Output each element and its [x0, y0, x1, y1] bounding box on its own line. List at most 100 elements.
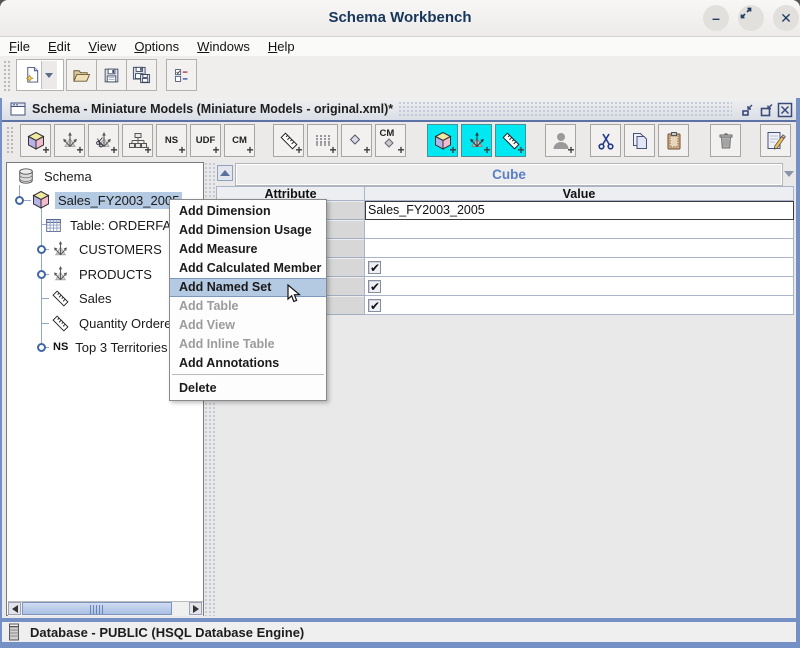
add-named-set-button[interactable]: NS + [156, 124, 187, 157]
menu-item-add-annotations[interactable]: Add Annotations [170, 354, 326, 373]
delete-button[interactable] [710, 124, 741, 157]
tree-label[interactable]: Table: ORDERFA [67, 217, 174, 234]
menu-item-add-dimension-usage[interactable]: Add Dimension Usage [170, 221, 326, 240]
plus-icon: + [449, 145, 456, 155]
tree-item-schema[interactable]: Schema [17, 167, 95, 185]
arrow-down-icon [784, 171, 794, 177]
new-schema-dropdown[interactable] [41, 61, 57, 89]
tree-label[interactable]: Schema [41, 168, 95, 185]
value-cell[interactable] [365, 239, 794, 258]
menu-edit[interactable]: Edit [39, 37, 79, 56]
tree-label[interactable]: Sales [76, 290, 115, 307]
collapse-panel-button[interactable] [217, 165, 233, 181]
add-role-button[interactable]: + [545, 124, 576, 157]
add-calculated-member-button[interactable]: CM + [224, 124, 255, 157]
scroll-right-button[interactable] [189, 602, 202, 615]
named-set-icon: NS [53, 341, 68, 353]
tree-handle-collapsed[interactable] [37, 270, 46, 279]
value-cell-name[interactable]: Sales_FY2003_2005 [365, 201, 794, 220]
tree-item-dimension-customers[interactable]: CUSTOMERS [51, 240, 165, 258]
tree-item-cube[interactable]: Sales_FY2003_2005 [31, 191, 182, 209]
plus-icon: + [178, 145, 185, 155]
menu-item-add-measure[interactable]: Add Measure [170, 240, 326, 259]
menu-help[interactable]: Help [259, 37, 304, 56]
tree-handle-expanded[interactable] [15, 196, 24, 205]
menu-separator [172, 374, 324, 378]
menu-file[interactable]: File [0, 37, 39, 56]
add-level-button[interactable]: + [307, 124, 338, 157]
tree-label[interactable]: Quantity Ordered [76, 315, 182, 332]
value-cell[interactable] [365, 220, 794, 239]
plus-icon: + [567, 145, 574, 155]
toggle-show-dimensions-button[interactable]: + [461, 124, 492, 157]
tree-label-selected[interactable]: Sales_FY2003_2005 [55, 192, 182, 209]
checkbox-checked[interactable]: ✔ [368, 261, 381, 274]
toolbar-drag-handle[interactable] [3, 60, 12, 92]
database-status-icon [8, 623, 20, 641]
element-type-header: Cube [236, 164, 782, 185]
internal-minimize-icon [740, 103, 754, 117]
expand-panel-button[interactable] [782, 167, 796, 181]
close-button[interactable]: ✕ [773, 5, 799, 31]
cube-icon [31, 190, 51, 210]
maximize-button[interactable] [738, 5, 764, 31]
internal-minimize-button[interactable] [739, 102, 755, 118]
status-text: Database - PUBLIC (HSQL Database Engine) [30, 625, 304, 640]
menu-options[interactable]: Options [125, 37, 188, 56]
menubar: File Edit View Options Windows Help [0, 37, 800, 56]
schema-toolbar: + + [2, 122, 796, 160]
tree-item-measure-quantity[interactable]: Quantity Ordered [51, 314, 182, 332]
tree-item-named-set[interactable]: NS Top 3 Territories [53, 338, 171, 356]
cut-button[interactable] [590, 124, 621, 157]
tree-item-table[interactable]: Table: ORDERFA [45, 216, 174, 234]
copy-button[interactable] [624, 124, 655, 157]
internal-frame-titlebar[interactable]: Schema - Miniature Models (Miniature Mod… [2, 98, 796, 122]
minimize-button[interactable]: – [703, 5, 729, 31]
add-cube-button[interactable]: + [20, 124, 51, 157]
toggle-show-measures-button[interactable]: + [495, 124, 526, 157]
add-dimension-button[interactable]: + [54, 124, 85, 157]
tree-label[interactable]: Top 3 Territories [72, 339, 170, 356]
plus-icon: + [246, 145, 253, 155]
tree-handle-collapsed[interactable] [37, 343, 46, 352]
add-measure-button[interactable]: + [273, 124, 304, 157]
add-dimension-usage-button[interactable]: + [88, 124, 119, 157]
scrollbar-thumb[interactable] [22, 602, 172, 615]
schema-toolbar-drag-handle[interactable] [6, 126, 15, 155]
add-udf-button[interactable]: UDF + [190, 124, 221, 157]
open-button[interactable] [66, 59, 97, 91]
internal-close-button[interactable] [777, 102, 793, 118]
scroll-left-button[interactable] [8, 602, 21, 615]
titlebar-texture [398, 101, 732, 117]
menu-item-add-calculated-member[interactable]: Add Calculated Member [170, 259, 326, 278]
tree-item-dimension-products[interactable]: PRODUCTS [51, 265, 155, 283]
preferences-button[interactable] [166, 59, 197, 91]
calculated-member-icon: CM [232, 135, 247, 146]
menu-view[interactable]: View [79, 37, 125, 56]
paste-button[interactable] [658, 124, 689, 157]
internal-restore-button[interactable] [758, 102, 774, 118]
add-calculated-member-property-button[interactable]: CM + [375, 124, 406, 157]
tree-item-measure-sales[interactable]: Sales [51, 289, 115, 307]
column-header-value[interactable]: Value [364, 186, 794, 201]
edit-mode-button[interactable] [760, 124, 791, 157]
tree-label[interactable]: PRODUCTS [76, 266, 155, 283]
close-icon: ✕ [780, 10, 792, 26]
tree-line [41, 323, 49, 324]
checkbox-checked[interactable]: ✔ [368, 299, 381, 312]
add-hierarchy-button[interactable]: + [122, 124, 153, 157]
dimension-icon [51, 240, 70, 259]
tree-handle-collapsed[interactable] [37, 245, 46, 254]
add-property-button[interactable]: + [341, 124, 372, 157]
menu-item-delete[interactable]: Delete [170, 379, 326, 398]
tree-label[interactable]: CUSTOMERS [76, 241, 165, 258]
dimension-icon [51, 265, 70, 284]
checkbox-checked[interactable]: ✔ [368, 280, 381, 293]
save-button[interactable] [96, 59, 127, 91]
save-as-button[interactable] [126, 59, 157, 91]
menu-windows[interactable]: Windows [188, 37, 259, 56]
menu-item-add-dimension[interactable]: Add Dimension [170, 202, 326, 221]
new-schema-button[interactable] [16, 59, 64, 91]
toggle-show-cubes-button[interactable]: + [427, 124, 458, 157]
tree-horizontal-scrollbar[interactable] [8, 601, 203, 616]
